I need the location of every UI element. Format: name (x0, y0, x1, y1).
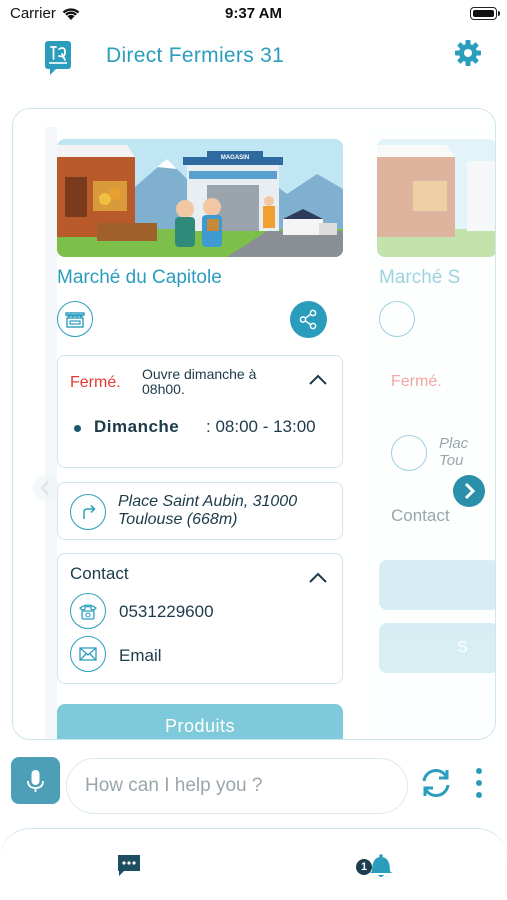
next-market-name: Marché S (379, 267, 461, 288)
bullet (74, 425, 81, 432)
more-options-icon[interactable] (472, 767, 486, 799)
chevron-left-icon (40, 481, 49, 495)
opening-hours-panel[interactable]: Fermé. Ouvre dimanche à 08h00. Dimanche … (57, 355, 343, 468)
directions-icon[interactable] (70, 494, 106, 530)
status-bar: Carrier 9:37 AM (0, 0, 507, 28)
gear-icon[interactable] (454, 39, 482, 67)
market-address[interactable]: Place Saint Aubin, 31000 Toulouse (668m) (118, 493, 336, 529)
microphone-button[interactable] (11, 757, 60, 804)
market-card: MAGASIN Marché du Capitole Fermé. Ouvre … (57, 127, 355, 739)
products-button[interactable]: Produits (57, 704, 343, 739)
share-button[interactable] (290, 301, 327, 338)
refresh-icon[interactable] (418, 765, 454, 801)
notifications-button[interactable]: 1 (356, 851, 396, 881)
bottom-navigation: 1 (0, 828, 507, 900)
chat-input[interactable] (66, 758, 408, 814)
chevron-right-icon (464, 482, 476, 500)
next-status-badge: Fermé. (391, 373, 442, 390)
contact-title: Contact (70, 564, 129, 583)
chevron-up-icon[interactable] (308, 374, 328, 386)
market-name[interactable]: Marché du Capitole (57, 267, 222, 289)
market-banner-image: MAGASIN (57, 139, 343, 257)
next-market-banner-image (377, 139, 495, 257)
notification-count-badge: 1 (356, 859, 372, 875)
contact-panel: Contact 0531229600 Email (57, 553, 343, 684)
battery-icon (470, 7, 500, 20)
market-stall-icon (57, 301, 93, 337)
app-header: Direct Fermiers 31 (0, 30, 507, 90)
chat-icon[interactable] (116, 853, 142, 877)
status-badge: Fermé. (70, 374, 121, 391)
banner-sign-text: MAGASIN (221, 155, 249, 161)
chevron-up-icon[interactable] (308, 572, 328, 584)
phone-icon[interactable] (70, 593, 106, 629)
share-icon (299, 309, 317, 330)
previous-card-edge (45, 127, 57, 739)
clock: 9:37 AM (225, 5, 282, 22)
next-market-address: Plac Tou (439, 435, 469, 469)
market-carousel: MAGASIN Marché du Capitole Fermé. Ouvre … (12, 108, 496, 740)
previous-arrow-button[interactable] (33, 475, 59, 501)
address-panel[interactable]: Place Saint Aubin, 31000 Toulouse (668m) (57, 482, 343, 540)
mail-icon[interactable] (70, 636, 106, 672)
next-arrow-button[interactable] (453, 475, 485, 507)
market-stall-icon (379, 301, 415, 337)
schedule-hours: : 08:00 - 13:00 (206, 417, 316, 436)
next-card-button (379, 560, 495, 610)
next-card-button: S (379, 623, 495, 673)
next-contact-title: Contact (391, 506, 450, 525)
email-link[interactable]: Email (119, 646, 162, 666)
schedule-day: Dimanche (94, 417, 180, 436)
next-market-card[interactable]: Marché S Fermé. Plac Tou Contact S (367, 127, 495, 739)
app-logo-icon (45, 41, 71, 75)
app-title: Direct Fermiers 31 (106, 44, 285, 67)
next-opening-text: Ouvre dimanche à 08h00. (142, 366, 257, 397)
directions-icon (391, 435, 427, 471)
next-card-button-label: S (457, 639, 468, 656)
phone-number[interactable]: 0531229600 (119, 602, 214, 622)
microphone-icon (27, 770, 44, 792)
